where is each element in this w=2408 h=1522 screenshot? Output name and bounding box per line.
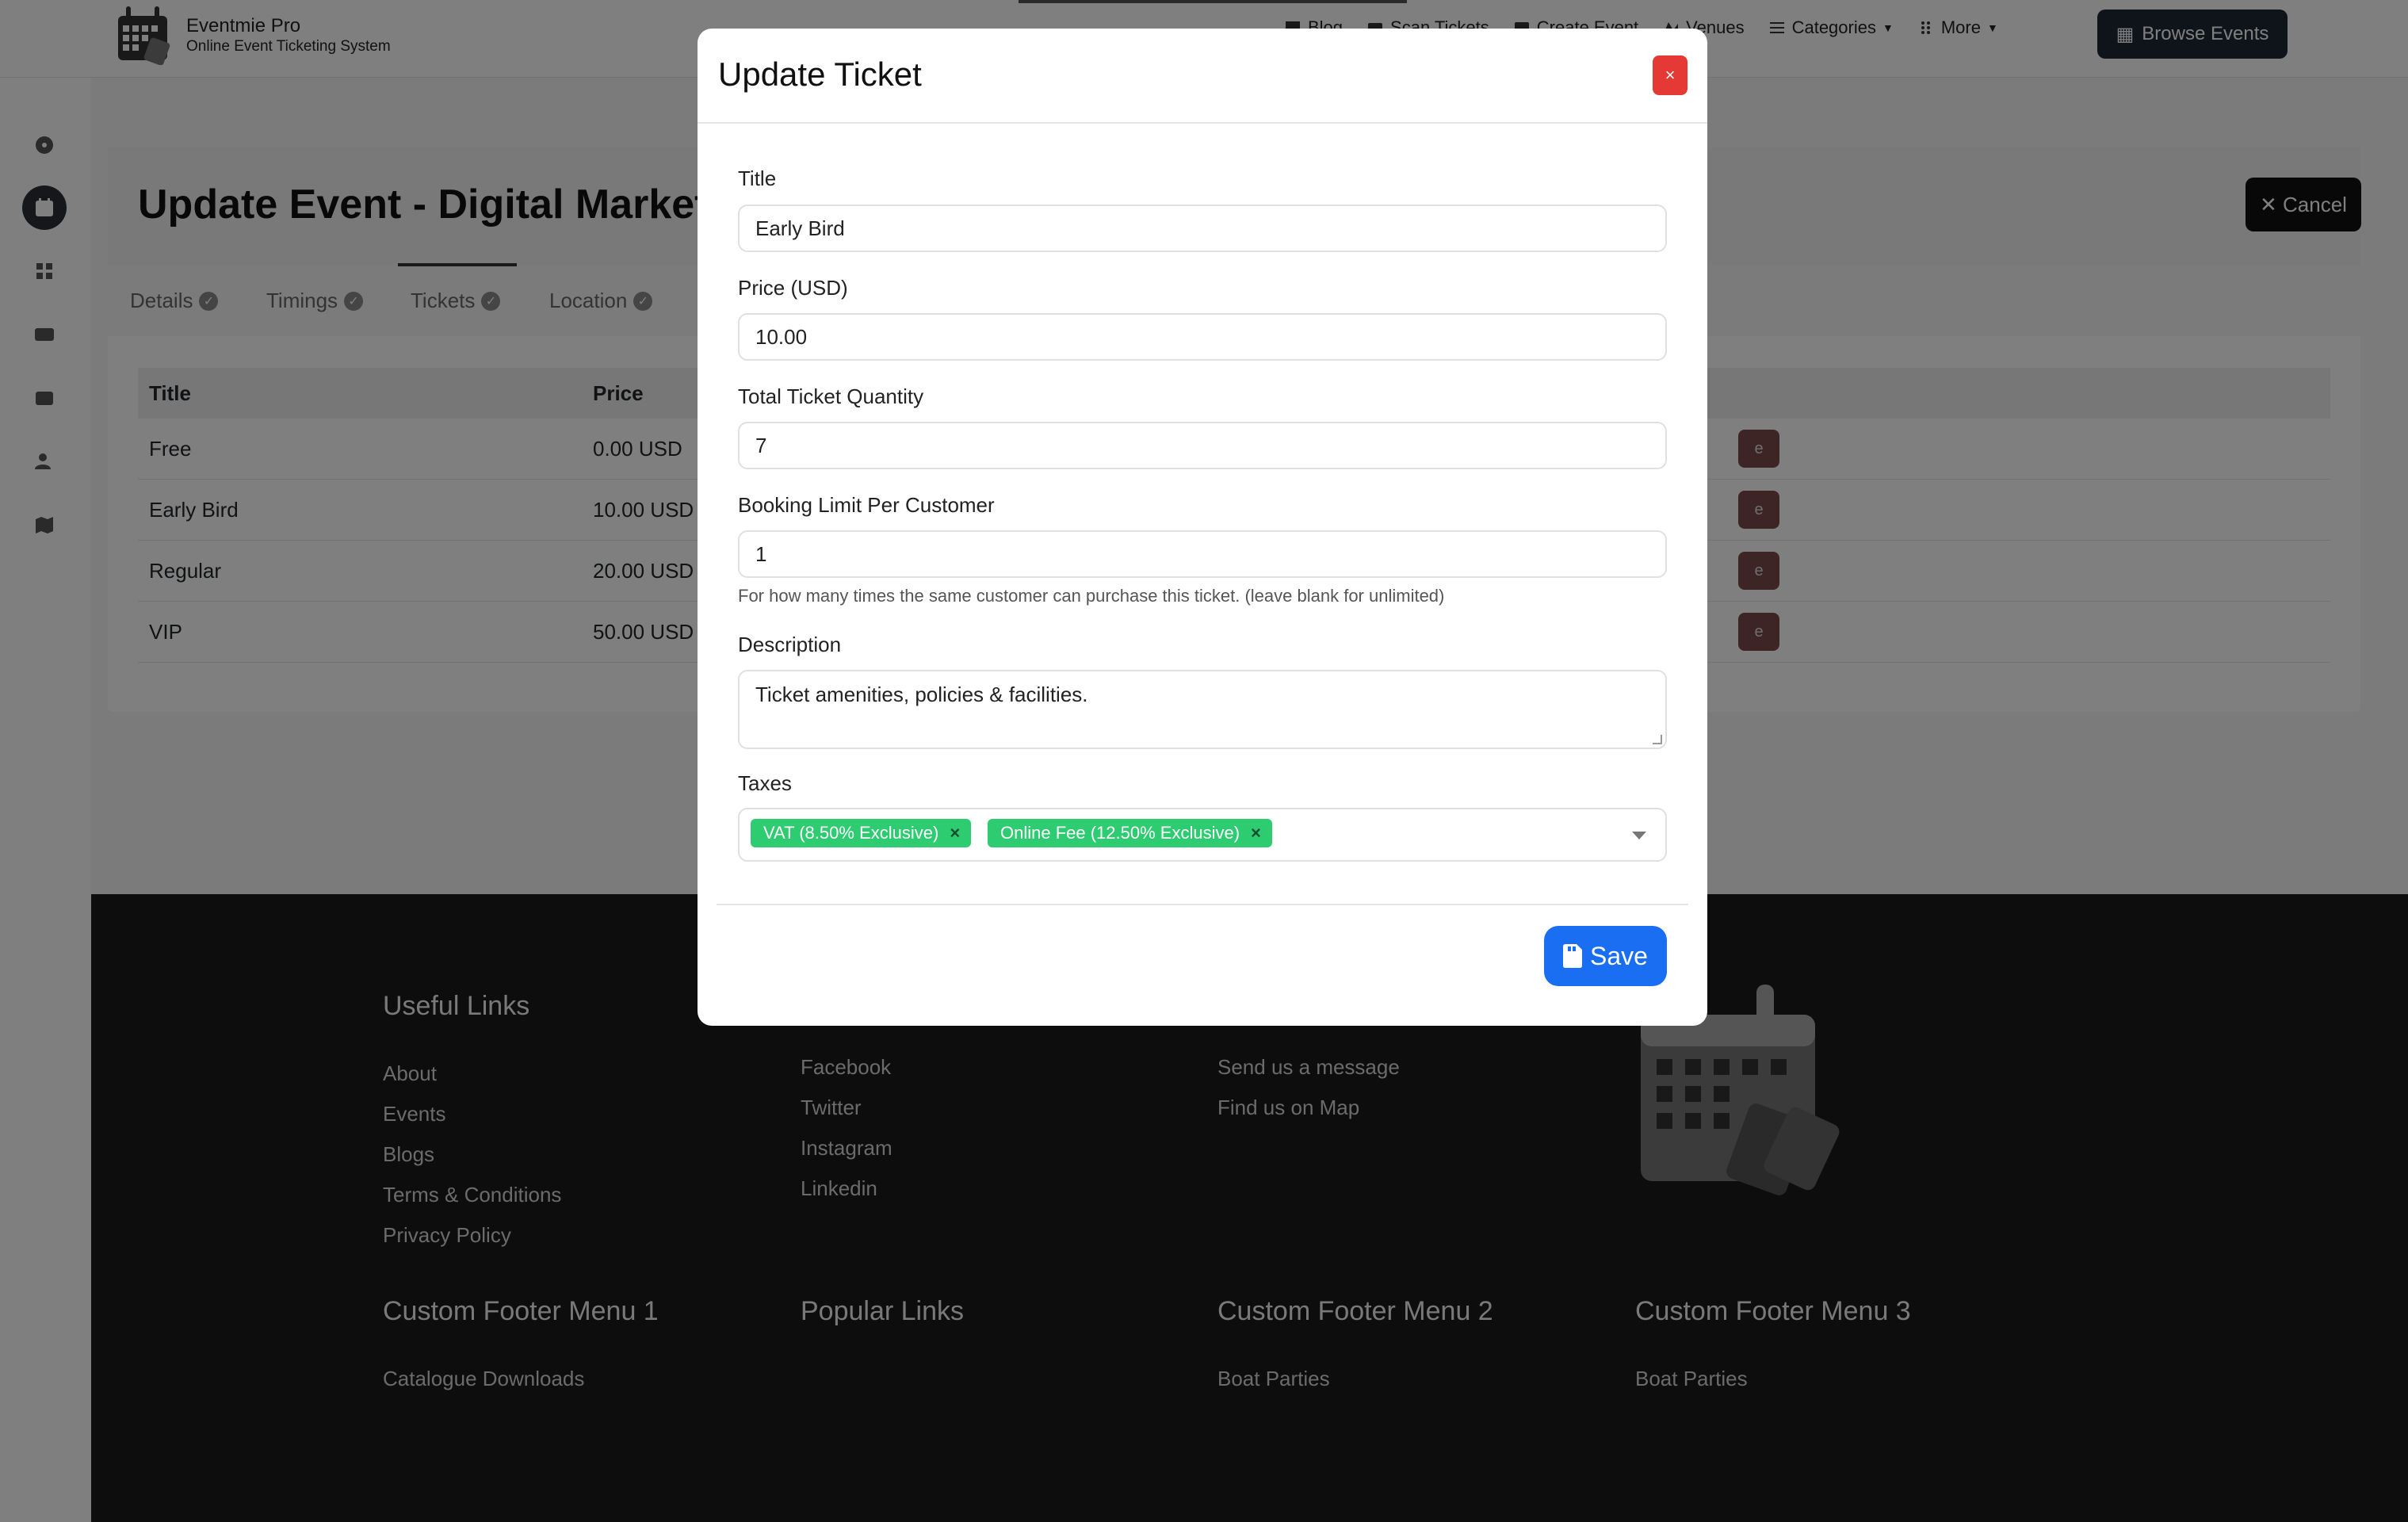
quantity-label: Total Ticket Quantity (738, 384, 924, 408)
booking-limit-label: Booking Limit Per Customer (738, 493, 995, 517)
save-icon (1563, 944, 1583, 968)
chevron-down-icon[interactable] (1632, 832, 1646, 839)
tax-chip-label: Online Fee (12.50% Exclusive) (1000, 823, 1240, 843)
price-field[interactable]: 10.00 (738, 313, 1667, 361)
modal-divider (717, 904, 1688, 905)
close-button[interactable]: × (1653, 55, 1688, 95)
tax-chip-online-fee: Online Fee (12.50% Exclusive) × (988, 819, 1272, 847)
price-label: Price (USD) (738, 276, 848, 300)
quantity-field[interactable]: 7 (738, 422, 1667, 469)
description-textarea[interactable]: Ticket amenities, policies & facilities. (738, 670, 1667, 749)
page: Eventmie Pro Online Event Ticketing Syst… (0, 0, 2408, 1522)
description-label: Description (738, 633, 842, 656)
modal-header: Update Ticket × (698, 29, 1707, 124)
close-icon: × (1665, 65, 1676, 85)
taxes-select[interactable]: VAT (8.50% Exclusive) × Online Fee (12.5… (738, 808, 1667, 862)
update-ticket-modal: Update Ticket × Title Early Bird Price (… (698, 29, 1707, 1026)
tax-chip-label: VAT (8.50% Exclusive) (763, 823, 939, 843)
save-label: Save (1590, 941, 1648, 970)
booking-limit-help: For how many times the same customer can… (738, 586, 1445, 606)
description-text: Ticket amenities, policies & facilities. (755, 683, 1088, 706)
modal-title: Update Ticket (718, 55, 922, 93)
taxes-label: Taxes (738, 771, 792, 795)
resize-handle[interactable] (1653, 735, 1662, 744)
booking-limit-field[interactable]: 1 (738, 530, 1667, 578)
remove-icon[interactable]: × (950, 823, 960, 843)
title-field[interactable]: Early Bird (738, 205, 1667, 252)
tax-chip-vat: VAT (8.50% Exclusive) × (751, 819, 972, 847)
save-button[interactable]: Save (1544, 926, 1667, 986)
remove-icon[interactable]: × (1251, 823, 1261, 843)
title-label: Title (738, 166, 777, 190)
